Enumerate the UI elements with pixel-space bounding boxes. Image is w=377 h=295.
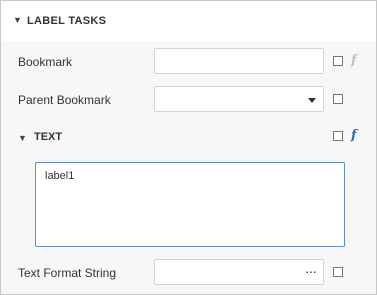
parent-bookmark-checkbox[interactable]	[333, 94, 343, 104]
bookmark-label: Bookmark	[18, 55, 73, 69]
bookmark-input[interactable]	[154, 48, 324, 74]
chevron-down-icon[interactable]	[308, 98, 316, 103]
text-value: label1	[45, 170, 75, 182]
panel-title: LABEL TASKS	[27, 15, 107, 27]
text-format-string-input[interactable]: ···	[154, 259, 324, 285]
text-format-string-checkbox[interactable]	[333, 267, 343, 277]
ellipsis-icon[interactable]: ···	[305, 263, 317, 279]
text-collapse-triangle-icon[interactable]: ▼	[18, 133, 27, 143]
label-tasks-panel: ▼ LABEL TASKS Bookmark f Parent Bookmark…	[0, 0, 377, 295]
text-textarea[interactable]: label1	[35, 162, 345, 247]
bookmark-checkbox[interactable]	[333, 56, 343, 66]
text-section-title: TEXT	[34, 131, 63, 143]
label-tasks-header[interactable]: ▼ LABEL TASKS	[1, 1, 376, 41]
bookmark-expression-icon[interactable]: f	[351, 54, 357, 68]
parent-bookmark-label: Parent Bookmark	[18, 93, 111, 107]
parent-bookmark-select[interactable]	[154, 86, 324, 112]
collapse-triangle-icon[interactable]: ▼	[13, 15, 22, 25]
text-checkbox[interactable]	[333, 131, 343, 141]
text-expression-icon[interactable]: f	[351, 129, 357, 143]
text-format-string-label: Text Format String	[18, 266, 117, 280]
